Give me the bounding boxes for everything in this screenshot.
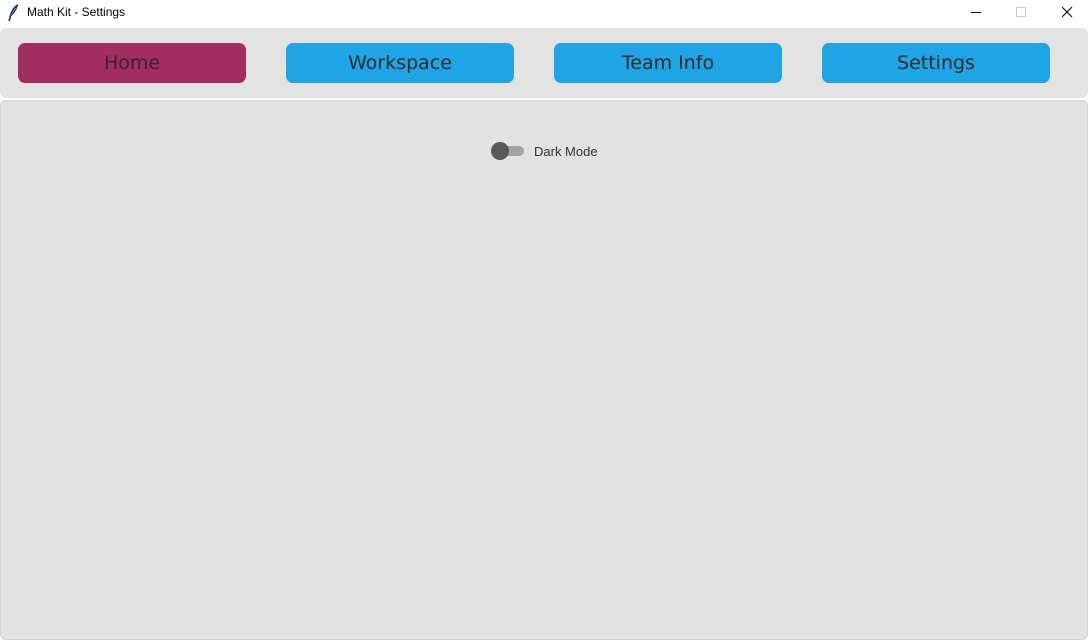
settings-panel: Dark Mode <box>0 100 1088 640</box>
nav-bar: Home Workspace Team Info Settings <box>0 28 1088 98</box>
dark-mode-toggle[interactable] <box>490 141 525 161</box>
minimize-icon <box>971 12 981 13</box>
nav-settings-button[interactable]: Settings <box>822 43 1050 83</box>
maximize-button[interactable] <box>998 0 1044 26</box>
nav-workspace-button[interactable]: Workspace <box>286 43 514 83</box>
dark-mode-setting: Dark Mode <box>490 141 598 161</box>
nav-home-button[interactable]: Home <box>18 43 246 83</box>
feather-icon <box>7 4 21 22</box>
close-button[interactable] <box>1043 0 1088 26</box>
title-bar[interactable]: Math Kit - Settings <box>0 0 1088 26</box>
window-title: Math Kit - Settings <box>27 5 126 19</box>
dark-mode-label: Dark Mode <box>534 143 598 159</box>
nav-team-info-button[interactable]: Team Info <box>554 43 782 83</box>
close-icon <box>1061 6 1073 18</box>
minimize-button[interactable] <box>953 0 999 26</box>
app-window: Math Kit - Settings Home Workspace Team … <box>0 0 1088 642</box>
toggle-knob <box>491 142 509 160</box>
maximize-icon <box>1016 7 1026 17</box>
